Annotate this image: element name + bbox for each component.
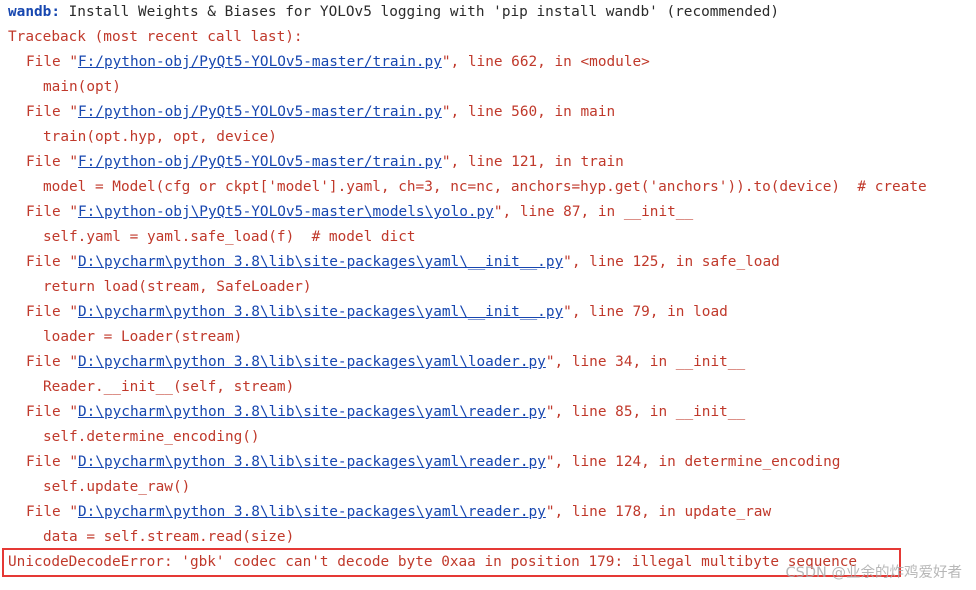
file-prefix: File " [26, 354, 78, 370]
file-location: ", line 79, in load [563, 304, 728, 320]
file-path-link[interactable]: F:/python-obj/PyQt5-YOLOv5-master/train.… [78, 54, 442, 70]
traceback-code-line: data = self.stream.read(size) [43, 529, 295, 545]
wandb-label: wandb: [8, 4, 60, 20]
file-location: ", line 125, in safe_load [563, 254, 780, 270]
file-path-link[interactable]: D:\pycharm\python 3.8\lib\site-packages\… [78, 454, 546, 470]
traceback-file-line: File "F:/python-obj/PyQt5-YOLOv5-master/… [8, 50, 650, 75]
file-prefix: File " [26, 304, 78, 320]
file-location: ", line 34, in __init__ [545, 354, 746, 370]
traceback-code-line: self.determine_encoding() [43, 429, 260, 445]
traceback-code-line: loader = Loader(stream) [43, 329, 243, 345]
file-location: ", line 662, in <module> [441, 54, 650, 70]
file-path-link[interactable]: D:\pycharm\python 3.8\lib\site-packages\… [78, 504, 546, 520]
watermark: CSDN @业余的炸鸡爱好者 [785, 565, 962, 581]
traceback-file-line: File "F:/python-obj/PyQt5-YOLOv5-master/… [8, 100, 615, 125]
file-prefix: File " [26, 504, 78, 520]
traceback-code-line: self.update_raw() [43, 479, 191, 495]
traceback-file-line: File "D:\pycharm\python 3.8\lib\site-pac… [8, 300, 728, 325]
traceback-file-line: File "F:/python-obj/PyQt5-YOLOv5-master/… [8, 150, 624, 175]
traceback-code-line: train(opt.hyp, opt, device) [43, 129, 277, 145]
traceback-code-line: Reader.__init__(self, stream) [43, 379, 295, 395]
file-location: ", line 87, in __init__ [493, 204, 694, 220]
traceback-file-line: File "D:\pycharm\python 3.8\lib\site-pac… [8, 500, 771, 525]
traceback-file-line: File "F:\python-obj\PyQt5-YOLOv5-master\… [8, 200, 693, 225]
wandb-notice: wandb: Install Weights & Biases for YOLO… [8, 0, 779, 25]
file-prefix: File " [26, 204, 78, 220]
traceback-file-line: File "D:\pycharm\python 3.8\lib\site-pac… [8, 250, 780, 275]
file-prefix: File " [26, 104, 78, 120]
file-path-link[interactable]: D:\pycharm\python 3.8\lib\site-packages\… [78, 404, 546, 420]
file-path-link[interactable]: F:/python-obj/PyQt5-YOLOv5-master/train.… [78, 154, 442, 170]
wandb-message: Install Weights & Biases for YOLOv5 logg… [59, 4, 780, 20]
file-location: ", line 85, in __init__ [545, 404, 746, 420]
traceback-code-line: model = Model(cfg or ckpt['model'].yaml,… [43, 179, 927, 195]
file-prefix: File " [26, 154, 78, 170]
console-output: wandb: Install Weights & Biases for YOLO… [0, 0, 976, 590]
file-location: ", line 560, in main [441, 104, 616, 120]
file-path-link[interactable]: D:\pycharm\python 3.8\lib\site-packages\… [78, 354, 546, 370]
file-path-link[interactable]: F:/python-obj/PyQt5-YOLOv5-master/train.… [78, 104, 442, 120]
file-prefix: File " [26, 404, 78, 420]
traceback-file-line: File "D:\pycharm\python 3.8\lib\site-pac… [8, 350, 745, 375]
file-location: ", line 178, in update_raw [545, 504, 772, 520]
traceback-code-line: main(opt) [43, 79, 121, 95]
file-path-link[interactable]: D:\pycharm\python 3.8\lib\site-packages\… [78, 254, 563, 270]
traceback-code-line: self.yaml = yaml.safe_load(f) # model di… [43, 229, 416, 245]
traceback-code-line: return load(stream, SafeLoader) [43, 279, 312, 295]
file-prefix: File " [26, 254, 78, 270]
file-path-link[interactable]: F:\python-obj\PyQt5-YOLOv5-master\models… [78, 204, 494, 220]
traceback-header: Traceback (most recent call last): [8, 29, 303, 45]
file-path-link[interactable]: D:\pycharm\python 3.8\lib\site-packages\… [78, 304, 563, 320]
file-location: ", line 121, in train [441, 154, 624, 170]
error-highlight-box [2, 548, 901, 577]
file-prefix: File " [26, 454, 78, 470]
traceback-file-line: File "D:\pycharm\python 3.8\lib\site-pac… [8, 400, 745, 425]
file-prefix: File " [26, 54, 78, 70]
traceback-file-line: File "D:\pycharm\python 3.8\lib\site-pac… [8, 450, 840, 475]
file-location: ", line 124, in determine_encoding [545, 454, 841, 470]
